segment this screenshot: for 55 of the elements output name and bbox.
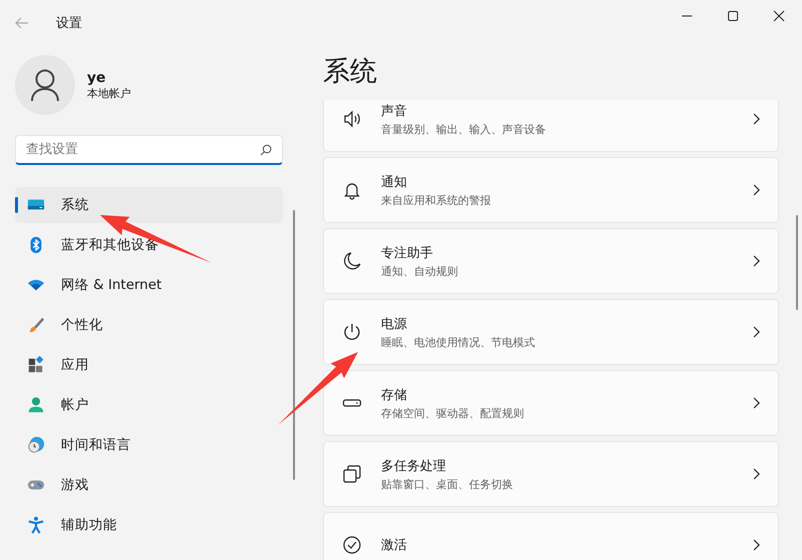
setting-title: 存储 (381, 386, 408, 404)
setting-title: 通知 (381, 174, 408, 190)
chevron-right-icon (752, 468, 760, 480)
chevron-right-icon (752, 113, 760, 125)
sidebar-item[interactable]: 个性化 (15, 307, 283, 343)
setting-description: 睡眠、电池使用情况、节电模式 (381, 334, 536, 350)
setting-title: 多任务处理 (381, 458, 447, 474)
scrollbar[interactable] (293, 210, 295, 480)
chevron-right-icon (752, 255, 760, 267)
sidebar-item[interactable]: 应用 (15, 347, 283, 383)
scrollbar[interactable] (796, 215, 798, 310)
setting-description: 来自应用和系统的警报 (381, 192, 492, 208)
settings-card[interactable]: 声音 音量级别、输出、输入、声音设备 (323, 100, 779, 152)
moon-icon (342, 251, 362, 271)
sidebar-item[interactable]: 辅助功能 (15, 507, 283, 543)
account-type: 本地帐户 (87, 86, 131, 100)
chevron-right-icon (752, 184, 760, 196)
person-icon (27, 396, 45, 414)
setting-title: 激活 (381, 537, 408, 554)
sidebar-item[interactable]: 时间和语言 (15, 427, 283, 463)
sidebar-item[interactable]: 帐户 (15, 387, 283, 423)
speaker-icon (342, 109, 362, 129)
search-field[interactable]: 查找设置 (15, 135, 283, 165)
window-title: 设置 (56, 14, 82, 32)
overlapping-windows-icon (342, 464, 362, 484)
setting-title: 电源 (381, 316, 408, 332)
settings-card[interactable]: 专注助手 通知、自动规则 (323, 228, 779, 294)
settings-card[interactable]: 电源 睡眠、电池使用情况、节电模式 (323, 299, 779, 365)
chevron-right-icon (752, 539, 760, 551)
clock-icon (27, 436, 45, 454)
maximize-icon (727, 10, 739, 22)
search-icon (260, 144, 272, 156)
chevron-right-icon (752, 397, 760, 409)
user-name: ye (87, 70, 107, 86)
settings-card[interactable]: 通知 来自应用和系统的警报 (323, 157, 779, 223)
sidebar-item[interactable]: 游戏 (15, 467, 283, 503)
sidebar-item[interactable]: 系统 (15, 187, 283, 223)
accessibility-icon (27, 516, 45, 534)
check-circle-icon (342, 535, 362, 555)
settings-card[interactable]: 存储 存储空间、驱动器、配置规则 (323, 370, 779, 436)
brush-icon (27, 316, 45, 334)
setting-description: 通知、自动规则 (381, 264, 459, 278)
settings-card[interactable]: 激活 (323, 512, 779, 560)
close-icon (773, 10, 785, 22)
setting-title: 声音 (381, 102, 408, 120)
setting-description: 存储空间、驱动器、配置规则 (381, 406, 525, 420)
sidebar-item[interactable]: 网络 & Internet (15, 267, 283, 303)
setting-title: 专注助手 (381, 244, 434, 262)
chevron-right-icon (752, 326, 760, 338)
setting-description: 音量级别、输出、输入、声音设备 (381, 122, 547, 136)
power-icon (342, 322, 362, 342)
setting-description: 贴靠窗口、桌面、任务切换 (381, 476, 514, 492)
page-title: 系统 (323, 55, 378, 89)
settings-card[interactable]: 多任务处理 贴靠窗口、桌面、任务切换 (323, 441, 779, 507)
apps-icon (27, 356, 45, 374)
